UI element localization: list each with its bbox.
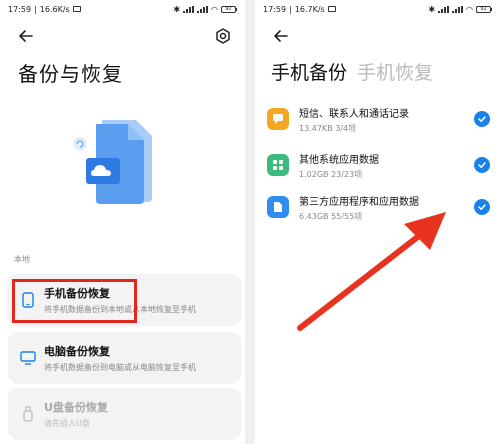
card-subtitle: 请先插入U盘 — [44, 419, 90, 428]
bluetooth-icon: ✱ — [428, 4, 436, 14]
item-name: 短信、联系人和通话记录 — [299, 108, 409, 120]
tab-phone-restore[interactable]: 手机恢复 — [357, 58, 433, 85]
card-title: U盘备份恢复 — [44, 401, 108, 414]
list-item-messages[interactable]: 短信、联系人和通话记录 13.47KB 3/4项 — [267, 102, 490, 136]
signal-icon-2 — [197, 5, 209, 13]
bluetooth-icon: ✱ — [173, 4, 181, 14]
network-speed: 16.6K/s — [39, 4, 70, 14]
usb-backup-card[interactable]: U盘备份恢复 请先插入U盘 — [8, 388, 241, 440]
messages-icon — [267, 108, 289, 130]
usb-icon — [20, 406, 36, 422]
signal-icon — [183, 5, 195, 13]
highlight-box — [12, 279, 137, 323]
backup-restore-screen: 17:59 | 16.6K/s ✱ ◠ 92 备份与恢复 本地 手机备份恢复 将… — [0, 0, 245, 444]
list-item-system-apps[interactable]: 其他系统应用数据 1.02GB 23/23项 — [267, 148, 490, 182]
battery-level: 92 — [221, 5, 236, 13]
arrow-left-icon — [274, 30, 288, 42]
grid-apps-icon — [267, 154, 289, 176]
monitor-icon — [20, 350, 36, 366]
tab-bar: 手机备份 手机恢复 — [271, 58, 433, 85]
back-button[interactable] — [16, 26, 36, 46]
computer-backup-card[interactable]: 电脑备份恢复 将手机数据备份到电脑或从电脑恢复至手机 — [8, 332, 241, 384]
item-name: 第三方应用程序和应用数据 — [299, 196, 419, 208]
battery-icon: 92 — [476, 5, 492, 13]
status-time: 17:59 — [263, 4, 287, 14]
panel-divider — [245, 0, 255, 444]
gear-icon — [216, 28, 230, 44]
status-bar: 17:59 | 16.6K/s ✱ ◠ 92 — [0, 0, 245, 18]
status-bar: 17:59 | 16.7K/s ✱ ◠ 92 — [255, 0, 500, 18]
wifi-icon: ◠ — [211, 4, 218, 14]
card-title: 电脑备份恢复 — [44, 345, 110, 358]
item-meta: 1.02GB 23/23项 — [299, 169, 363, 179]
item-name: 其他系统应用数据 — [299, 154, 379, 166]
check-icon[interactable] — [474, 157, 490, 173]
section-label-local: 本地 — [14, 255, 30, 264]
item-meta: 6.43GB 55/55项 — [299, 211, 363, 221]
cloud-file-illustration — [62, 110, 162, 210]
check-icon[interactable] — [474, 111, 490, 127]
signal-icon-2 — [452, 5, 464, 13]
network-speed: 16.7K/s — [294, 4, 325, 14]
card-subtitle: 将手机数据备份到电脑或从电脑恢复至手机 — [44, 363, 196, 372]
battery-icon: 92 — [221, 5, 237, 13]
message-icon — [72, 6, 81, 12]
wifi-icon: ◠ — [466, 4, 473, 14]
file-icon — [267, 196, 289, 218]
list-item-third-party-apps[interactable]: 第三方应用程序和应用数据 6.43GB 55/55项 — [267, 190, 490, 224]
battery-level: 92 — [476, 5, 491, 13]
page-title: 备份与恢复 — [18, 62, 123, 86]
back-button[interactable] — [271, 26, 291, 46]
status-time: 17:59 — [8, 4, 32, 14]
signal-icon — [438, 5, 450, 13]
tab-phone-backup[interactable]: 手机备份 — [271, 58, 347, 85]
settings-button[interactable] — [213, 26, 233, 46]
check-icon[interactable] — [474, 199, 490, 215]
message-icon — [327, 6, 336, 12]
arrow-left-icon — [19, 30, 33, 42]
item-meta: 13.47KB 3/4项 — [299, 123, 357, 133]
phone-backup-screen: 17:59 | 16.7K/s ✱ ◠ 92 手机备份 手机恢复 短信、联系人和… — [255, 0, 500, 444]
